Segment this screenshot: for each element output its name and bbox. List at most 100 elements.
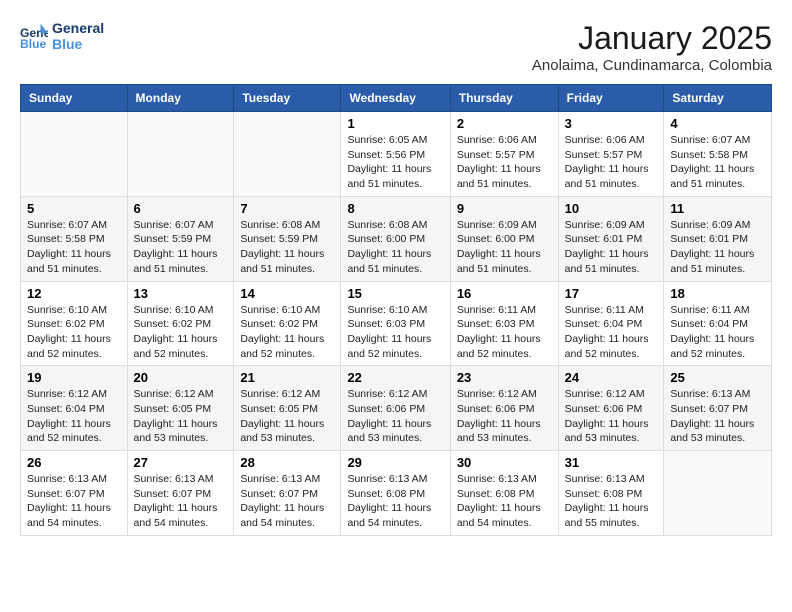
header-thursday: Thursday	[450, 85, 558, 112]
day-number: 15	[347, 286, 443, 301]
week-row-2: 5 Sunrise: 6:07 AMSunset: 5:58 PMDayligh…	[21, 196, 772, 281]
calendar-cell: 5 Sunrise: 6:07 AMSunset: 5:58 PMDayligh…	[21, 196, 128, 281]
calendar-cell: 18 Sunrise: 6:11 AMSunset: 6:04 PMDaylig…	[664, 281, 772, 366]
calendar-cell	[664, 451, 772, 536]
calendar-cell: 6 Sunrise: 6:07 AMSunset: 5:59 PMDayligh…	[127, 196, 234, 281]
day-info: Sunrise: 6:10 AMSunset: 6:03 PMDaylight:…	[347, 303, 443, 362]
day-info: Sunrise: 6:09 AMSunset: 6:00 PMDaylight:…	[457, 218, 552, 277]
calendar-cell: 19 Sunrise: 6:12 AMSunset: 6:04 PMDaylig…	[21, 366, 128, 451]
calendar-cell: 15 Sunrise: 6:10 AMSunset: 6:03 PMDaylig…	[341, 281, 450, 366]
day-info: Sunrise: 6:11 AMSunset: 6:04 PMDaylight:…	[565, 303, 658, 362]
calendar-cell: 8 Sunrise: 6:08 AMSunset: 6:00 PMDayligh…	[341, 196, 450, 281]
day-number: 27	[134, 455, 228, 470]
day-info: Sunrise: 6:05 AMSunset: 5:56 PMDaylight:…	[347, 133, 443, 192]
day-number: 5	[27, 201, 121, 216]
day-info: Sunrise: 6:13 AMSunset: 6:07 PMDaylight:…	[670, 387, 765, 446]
day-number: 7	[240, 201, 334, 216]
day-number: 9	[457, 201, 552, 216]
day-number: 24	[565, 370, 658, 385]
day-info: Sunrise: 6:06 AMSunset: 5:57 PMDaylight:…	[565, 133, 658, 192]
day-info: Sunrise: 6:07 AMSunset: 5:58 PMDaylight:…	[670, 133, 765, 192]
day-info: Sunrise: 6:12 AMSunset: 6:06 PMDaylight:…	[565, 387, 658, 446]
day-number: 2	[457, 116, 552, 131]
day-number: 4	[670, 116, 765, 131]
svg-text:Blue: Blue	[20, 37, 47, 50]
day-number: 18	[670, 286, 765, 301]
day-number: 8	[347, 201, 443, 216]
day-info: Sunrise: 6:09 AMSunset: 6:01 PMDaylight:…	[565, 218, 658, 277]
header-saturday: Saturday	[664, 85, 772, 112]
day-number: 1	[347, 116, 443, 131]
calendar-cell	[127, 112, 234, 197]
day-info: Sunrise: 6:09 AMSunset: 6:01 PMDaylight:…	[670, 218, 765, 277]
calendar-cell: 16 Sunrise: 6:11 AMSunset: 6:03 PMDaylig…	[450, 281, 558, 366]
calendar-cell: 9 Sunrise: 6:09 AMSunset: 6:00 PMDayligh…	[450, 196, 558, 281]
day-number: 28	[240, 455, 334, 470]
calendar-cell: 31 Sunrise: 6:13 AMSunset: 6:08 PMDaylig…	[558, 451, 664, 536]
calendar-cell: 13 Sunrise: 6:10 AMSunset: 6:02 PMDaylig…	[127, 281, 234, 366]
day-info: Sunrise: 6:13 AMSunset: 6:08 PMDaylight:…	[457, 472, 552, 531]
weekday-header-row: SundayMondayTuesdayWednesdayThursdayFrid…	[21, 85, 772, 112]
calendar-cell: 7 Sunrise: 6:08 AMSunset: 5:59 PMDayligh…	[234, 196, 341, 281]
calendar-cell: 22 Sunrise: 6:12 AMSunset: 6:06 PMDaylig…	[341, 366, 450, 451]
day-number: 19	[27, 370, 121, 385]
day-info: Sunrise: 6:10 AMSunset: 6:02 PMDaylight:…	[240, 303, 334, 362]
calendar-cell: 4 Sunrise: 6:07 AMSunset: 5:58 PMDayligh…	[664, 112, 772, 197]
calendar-cell: 29 Sunrise: 6:13 AMSunset: 6:08 PMDaylig…	[341, 451, 450, 536]
calendar-cell: 14 Sunrise: 6:10 AMSunset: 6:02 PMDaylig…	[234, 281, 341, 366]
day-number: 6	[134, 201, 228, 216]
day-info: Sunrise: 6:11 AMSunset: 6:03 PMDaylight:…	[457, 303, 552, 362]
calendar-cell: 28 Sunrise: 6:13 AMSunset: 6:07 PMDaylig…	[234, 451, 341, 536]
calendar-cell: 20 Sunrise: 6:12 AMSunset: 6:05 PMDaylig…	[127, 366, 234, 451]
day-number: 11	[670, 201, 765, 216]
header-tuesday: Tuesday	[234, 85, 341, 112]
calendar-cell: 10 Sunrise: 6:09 AMSunset: 6:01 PMDaylig…	[558, 196, 664, 281]
calendar-cell: 27 Sunrise: 6:13 AMSunset: 6:07 PMDaylig…	[127, 451, 234, 536]
day-number: 12	[27, 286, 121, 301]
location-subtitle: Anolaima, Cundinamarca, Colombia	[532, 57, 772, 74]
day-info: Sunrise: 6:10 AMSunset: 6:02 PMDaylight:…	[27, 303, 121, 362]
calendar-cell: 17 Sunrise: 6:11 AMSunset: 6:04 PMDaylig…	[558, 281, 664, 366]
day-info: Sunrise: 6:12 AMSunset: 6:05 PMDaylight:…	[134, 387, 228, 446]
day-info: Sunrise: 6:12 AMSunset: 6:05 PMDaylight:…	[240, 387, 334, 446]
day-number: 14	[240, 286, 334, 301]
day-info: Sunrise: 6:12 AMSunset: 6:06 PMDaylight:…	[347, 387, 443, 446]
title-section: January 2025 Anolaima, Cundinamarca, Col…	[532, 20, 772, 74]
day-info: Sunrise: 6:08 AMSunset: 5:59 PMDaylight:…	[240, 218, 334, 277]
calendar-cell: 30 Sunrise: 6:13 AMSunset: 6:08 PMDaylig…	[450, 451, 558, 536]
calendar-cell: 26 Sunrise: 6:13 AMSunset: 6:07 PMDaylig…	[21, 451, 128, 536]
header-wednesday: Wednesday	[341, 85, 450, 112]
day-number: 26	[27, 455, 121, 470]
day-number: 31	[565, 455, 658, 470]
week-row-1: 1 Sunrise: 6:05 AMSunset: 5:56 PMDayligh…	[21, 112, 772, 197]
day-number: 21	[240, 370, 334, 385]
logo-line1: General	[52, 20, 104, 36]
calendar-cell: 1 Sunrise: 6:05 AMSunset: 5:56 PMDayligh…	[341, 112, 450, 197]
day-number: 30	[457, 455, 552, 470]
calendar-cell: 21 Sunrise: 6:12 AMSunset: 6:05 PMDaylig…	[234, 366, 341, 451]
week-row-3: 12 Sunrise: 6:10 AMSunset: 6:02 PMDaylig…	[21, 281, 772, 366]
day-number: 22	[347, 370, 443, 385]
calendar-cell: 2 Sunrise: 6:06 AMSunset: 5:57 PMDayligh…	[450, 112, 558, 197]
week-row-5: 26 Sunrise: 6:13 AMSunset: 6:07 PMDaylig…	[21, 451, 772, 536]
calendar-cell: 23 Sunrise: 6:12 AMSunset: 6:06 PMDaylig…	[450, 366, 558, 451]
day-info: Sunrise: 6:07 AMSunset: 5:59 PMDaylight:…	[134, 218, 228, 277]
calendar-cell: 3 Sunrise: 6:06 AMSunset: 5:57 PMDayligh…	[558, 112, 664, 197]
calendar-cell: 12 Sunrise: 6:10 AMSunset: 6:02 PMDaylig…	[21, 281, 128, 366]
week-row-4: 19 Sunrise: 6:12 AMSunset: 6:04 PMDaylig…	[21, 366, 772, 451]
day-info: Sunrise: 6:10 AMSunset: 6:02 PMDaylight:…	[134, 303, 228, 362]
day-info: Sunrise: 6:13 AMSunset: 6:07 PMDaylight:…	[240, 472, 334, 531]
calendar-cell	[21, 112, 128, 197]
header-sunday: Sunday	[21, 85, 128, 112]
day-number: 29	[347, 455, 443, 470]
day-info: Sunrise: 6:06 AMSunset: 5:57 PMDaylight:…	[457, 133, 552, 192]
page-header: General Blue General Blue January 2025 A…	[20, 20, 772, 74]
day-info: Sunrise: 6:12 AMSunset: 6:04 PMDaylight:…	[27, 387, 121, 446]
day-number: 3	[565, 116, 658, 131]
day-info: Sunrise: 6:13 AMSunset: 6:08 PMDaylight:…	[347, 472, 443, 531]
day-number: 17	[565, 286, 658, 301]
day-number: 13	[134, 286, 228, 301]
header-monday: Monday	[127, 85, 234, 112]
calendar-table: SundayMondayTuesdayWednesdayThursdayFrid…	[20, 84, 772, 536]
logo: General Blue General Blue	[20, 20, 104, 52]
